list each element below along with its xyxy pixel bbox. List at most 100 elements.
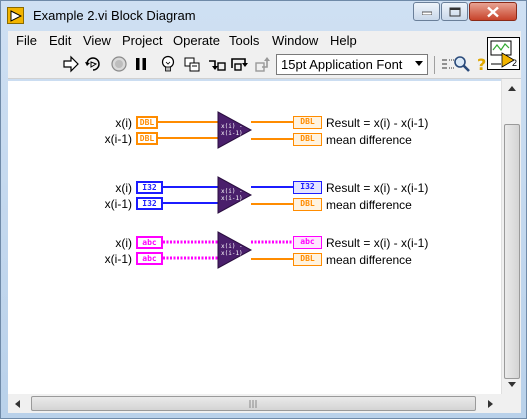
node-i32-line-2: x(i-1) [221,195,243,202]
input-label: x(i-1) [104,197,132,211]
scroll-right-icon[interactable] [482,396,498,412]
minimize-icon [421,11,432,15]
input-label: x(i-1) [104,252,132,266]
terminal-type: DBL [300,117,315,126]
vertical-scroll-thumb[interactable] [504,124,520,379]
terminal-type: DBL [300,199,315,208]
font-select-value: 15pt Application Font [281,57,403,72]
terminal-type: I32 [300,182,315,191]
node-dbl-line-1: x(i) - [221,123,243,130]
i32-indicator-terminal[interactable]: I32 [293,181,322,194]
vi-connector-icon[interactable]: 2 [487,37,520,70]
input-label: x(i) [115,181,132,195]
highlight-execution-icon [161,55,175,72]
i32-control-terminal[interactable]: I32 [136,181,163,194]
scroll-left-icon[interactable] [10,396,26,412]
abort-button[interactable] [109,54,129,74]
close-button[interactable] [469,2,517,21]
chevron-down-icon [415,61,423,66]
terminal-type: I32 [142,199,157,208]
string-indicator-terminal[interactable]: abc [293,236,322,249]
horizontal-scrollbar[interactable] [8,394,501,413]
font-select[interactable]: 15pt Application Font [276,54,428,75]
minimize-button[interactable] [413,2,440,21]
string-control-terminal[interactable]: abc [136,252,163,265]
dbl-indicator-terminal[interactable]: DBL [293,253,322,266]
scroll-up-icon[interactable] [504,81,520,97]
output-label: mean difference [326,198,412,212]
run-continuously-icon [85,57,100,71]
menu-view[interactable]: View [83,33,111,48]
terminal-type: DBL [139,134,155,143]
vi-icon-number: 2 [511,58,517,68]
input-label: x(i) [115,116,132,130]
output-label: Result = x(i) - x(i-1) [326,116,429,130]
labview-run-icon [7,7,24,24]
dbl-indicator-terminal[interactable]: DBL [293,133,322,146]
maximize-icon [449,7,460,16]
menu-help[interactable]: Help [330,33,357,48]
dbl-indicator-terminal[interactable]: DBL [293,198,322,211]
scroll-down-icon[interactable] [504,376,520,392]
application-window: Example 2.vi Block Diagram File Edit Vie… [0,0,527,419]
node-abc-line-2: x(i-1) [221,250,243,257]
output-label: Result = x(i) - x(i-1) [326,181,429,195]
step-over-icon [231,58,248,71]
vertical-scrollbar[interactable] [501,79,521,394]
highlight-execution-button[interactable] [158,54,178,74]
pause-icon [136,58,146,70]
maximize-button[interactable] [441,2,468,21]
menu-tools[interactable]: Tools [229,33,259,48]
output-label: mean difference [326,133,412,147]
terminal-type: DBL [300,134,315,143]
node-i32-line-1: x(i) - [221,188,243,195]
terminal-type: abc [142,254,157,263]
run-arrow-icon [63,55,79,73]
dbl-indicator-terminal[interactable]: DBL [293,116,322,129]
node-abc-line-1: x(i) - [221,243,243,250]
node-dbl-line-2: x(i-1) [221,130,243,137]
svg-text:?: ? [477,55,486,74]
run-continuously-button[interactable] [83,54,103,74]
step-out-button[interactable] [254,54,274,74]
i32-control-terminal[interactable]: I32 [136,197,163,210]
terminal-type: I32 [142,183,157,192]
step-out-icon [255,57,270,72]
menu-window[interactable]: Window [272,33,318,48]
terminal-type: DBL [300,254,315,263]
close-icon [487,6,499,17]
search-button[interactable] [452,54,472,74]
dbl-control-terminal[interactable]: DBL [136,116,158,129]
menu-edit[interactable]: Edit [49,33,71,48]
output-label: Result = x(i) - x(i-1) [326,236,429,250]
abort-icon [111,56,127,72]
search-icon [454,56,470,72]
menu-bar: File Edit View Project Operate Tools Win… [8,31,521,51]
title-bar[interactable]: Example 2.vi Block Diagram [1,1,527,31]
horizontal-scroll-thumb[interactable] [31,396,476,411]
input-label: x(i) [115,236,132,250]
terminal-type: abc [300,237,315,246]
step-into-button[interactable] [207,54,227,74]
terminal-type: abc [142,238,157,247]
window-title: Example 2.vi Block Diagram [33,8,196,23]
step-into-icon [209,60,226,71]
grip-icon [249,400,257,408]
output-label: mean difference [326,253,412,267]
menu-project[interactable]: Project [122,33,162,48]
terminal-type: DBL [139,118,155,127]
toolbar: 15pt Application Font ? 2 [8,37,521,79]
dbl-control-terminal[interactable]: DBL [136,132,158,145]
retain-wire-values-button[interactable] [182,54,202,74]
menu-operate[interactable]: Operate [173,33,220,48]
run-button[interactable] [61,54,81,74]
input-label: x(i-1) [104,132,132,146]
step-over-button[interactable] [230,54,250,74]
resize-grip[interactable] [501,394,521,413]
toolbar-separator [434,56,435,74]
string-control-terminal[interactable]: abc [136,236,163,249]
menu-file[interactable]: File [16,33,37,48]
block-diagram-canvas[interactable]: x(i) - x(i-1) x(i) - x(i-1) x(i) - x(i-1… [8,81,501,394]
pause-button[interactable] [131,54,151,74]
retain-wire-values-icon [184,57,200,72]
